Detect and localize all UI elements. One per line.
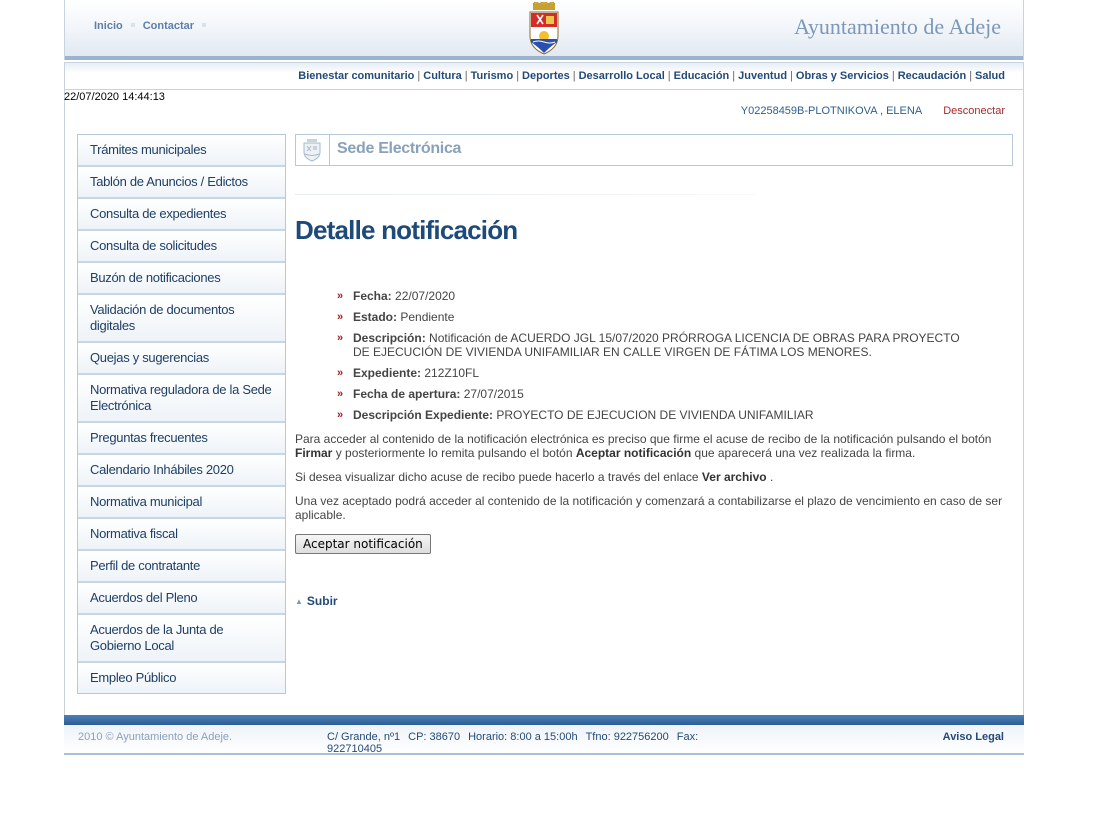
link-separator <box>130 23 135 28</box>
nav-recaudacion[interactable]: Recaudación <box>898 70 966 82</box>
ver-archivo-paragraph: Si desea visualizar dicho acuse de recib… <box>295 470 774 484</box>
sidebar-item-perfil-contratante[interactable]: Perfil de contratante <box>78 551 285 583</box>
instructions-paragraph: Para acceder al contenido de la notifica… <box>295 432 992 460</box>
logout-link[interactable]: Desconectar <box>943 105 1005 117</box>
back-to-top-link[interactable]: ▲ Subir <box>295 594 338 608</box>
main-content: Sede Electrónica Detalle notificación » F… <box>295 134 1013 608</box>
detail-descripcion: » Descripción: Notificación de ACUERDO JG… <box>337 331 960 359</box>
nav-desarrollo-local[interactable]: Desarrollo Local <box>579 70 665 82</box>
site-footer: 2010 © Ayuntamiento de Adeje. C/ Grande,… <box>64 715 1024 757</box>
sidebar-item-tablon[interactable]: Tablón de Anuncios / Edictos <box>78 167 285 199</box>
ver-archivo-link[interactable]: Ver archivo <box>702 470 767 484</box>
brand-title[interactable]: Ayuntamiento de Adeje <box>794 14 1001 40</box>
timestamp: 22/07/2020 14:44:13 <box>64 91 165 103</box>
sidebar-item-tramites[interactable]: Trámites municipales <box>78 135 285 167</box>
coat-of-arms-icon <box>529 2 559 55</box>
contact-info: C/ Grande, nº1 CP: 38670 Horario: 8:00 a 1… <box>327 731 699 755</box>
sede-divider <box>329 135 330 165</box>
content-frame: Y02258459B-PLOTNIKOVA , ELENA Desconecta… <box>64 90 1024 715</box>
up-arrow-icon: ▲ <box>295 597 303 607</box>
nav-obras-servicios[interactable]: Obras y Servicios <box>796 70 889 82</box>
footer-body: 2010 © Ayuntamiento de Adeje. C/ Grande,… <box>64 725 1024 755</box>
nav-salud[interactable]: Salud <box>975 70 1005 82</box>
sidebar-item-normativa-sede[interactable]: Normativa reguladora de la Sede Electrón… <box>78 375 285 423</box>
footer-band <box>64 715 1024 725</box>
notification-details: » Fecha: 22/07/2020 » Estado: Pendiente » D… <box>337 289 977 422</box>
bullet-icon: » <box>337 332 344 344</box>
detail-fecha: » Fecha: 22/07/2020 <box>337 289 456 303</box>
bullet-icon: » <box>337 311 344 323</box>
sidebar-item-consulta-expedientes[interactable]: Consulta de expedientes <box>78 199 285 231</box>
aceptar-keyword: Aceptar notificación <box>575 446 692 460</box>
plazo-paragraph: Una vez aceptado podrá acceder al conten… <box>295 494 1003 522</box>
section-navbar: Bienestar comunitario | Cultura | Turismo | De… <box>64 62 1024 90</box>
bullet-icon: » <box>337 409 344 421</box>
sede-banner: Sede Electrónica <box>295 134 1013 166</box>
section-links: Bienestar comunitario | Cultura | Turismo | De… <box>298 70 1005 82</box>
sede-crest-icon <box>303 139 321 162</box>
title-separator <box>295 194 755 195</box>
nav-cultura[interactable]: Cultura <box>423 70 462 82</box>
sidebar-item-consulta-solicitudes[interactable]: Consulta de solicitudes <box>78 231 285 263</box>
nav-turismo[interactable]: Turismo <box>471 70 514 82</box>
sidebar-item-normativa-fiscal[interactable]: Normativa fiscal <box>78 519 285 551</box>
top-links: Inicio Contactar <box>94 20 214 32</box>
top-link-inicio[interactable]: Inicio <box>94 20 123 32</box>
detail-descripcion-expediente: » Descripción Expediente: PROYECTO DE EJE… <box>337 408 814 422</box>
legal-notice-link[interactable]: Aviso Legal <box>943 731 1004 743</box>
sidebar-item-quejas[interactable]: Quejas y sugerencias <box>78 343 285 375</box>
page: Inicio Contactar Ayuntamiento de Adeje Bi… <box>64 0 1024 758</box>
sidebar-item-buzon[interactable]: Buzón de notificaciones <box>78 263 285 295</box>
sidebar-item-calendario[interactable]: Calendario Inhábiles 2020 <box>78 455 285 487</box>
nav-educacion[interactable]: Educación <box>674 70 730 82</box>
detail-fecha-apertura: » Fecha de apertura: 27/07/2015 <box>337 387 524 401</box>
copyright: 2010 © Ayuntamiento de Adeje. <box>78 731 233 743</box>
sidebar-item-acuerdos-junta[interactable]: Acuerdos de la Junta de Gobierno Local <box>78 615 285 663</box>
sidebar-item-empleo[interactable]: Empleo Público <box>78 663 285 693</box>
page-title: Detalle notificación <box>295 215 518 245</box>
sidebar-item-acuerdos-pleno[interactable]: Acuerdos del Pleno <box>78 583 285 615</box>
user-name: Y02258459B-PLOTNIKOVA , ELENA <box>740 105 923 117</box>
link-separator <box>202 23 207 28</box>
bullet-icon: » <box>337 388 344 400</box>
user-bar: Y02258459B-PLOTNIKOVA , ELENA Desconecta… <box>741 105 1005 117</box>
sidebar-menu: Trámites municipales Tablón de Anuncios … <box>77 134 286 694</box>
nav-juventud[interactable]: Juventud <box>738 70 787 82</box>
top-link-contactar[interactable]: Contactar <box>143 20 194 32</box>
detail-estado: » Estado: Pendiente <box>337 310 455 324</box>
firmar-keyword: Firmar <box>295 446 333 460</box>
detail-expediente: » Expediente: 212Z10FL <box>337 366 480 380</box>
sede-title: Sede Electrónica <box>337 140 462 157</box>
sidebar-item-validacion[interactable]: Validación de documentos digitales <box>78 295 285 343</box>
bullet-icon: » <box>337 290 344 302</box>
accept-notification-button[interactable]: Aceptar notificación <box>295 534 431 554</box>
site-header: Inicio Contactar Ayuntamiento de Adeje <box>64 0 1024 60</box>
nav-deportes[interactable]: Deportes <box>522 70 570 82</box>
sidebar-item-preguntas[interactable]: Preguntas frecuentes <box>78 423 285 455</box>
nav-bienestar[interactable]: Bienestar comunitario <box>298 70 414 82</box>
header-band <box>65 56 1023 60</box>
bullet-icon: » <box>337 367 344 379</box>
sidebar-item-normativa-municipal[interactable]: Normativa municipal <box>78 487 285 519</box>
